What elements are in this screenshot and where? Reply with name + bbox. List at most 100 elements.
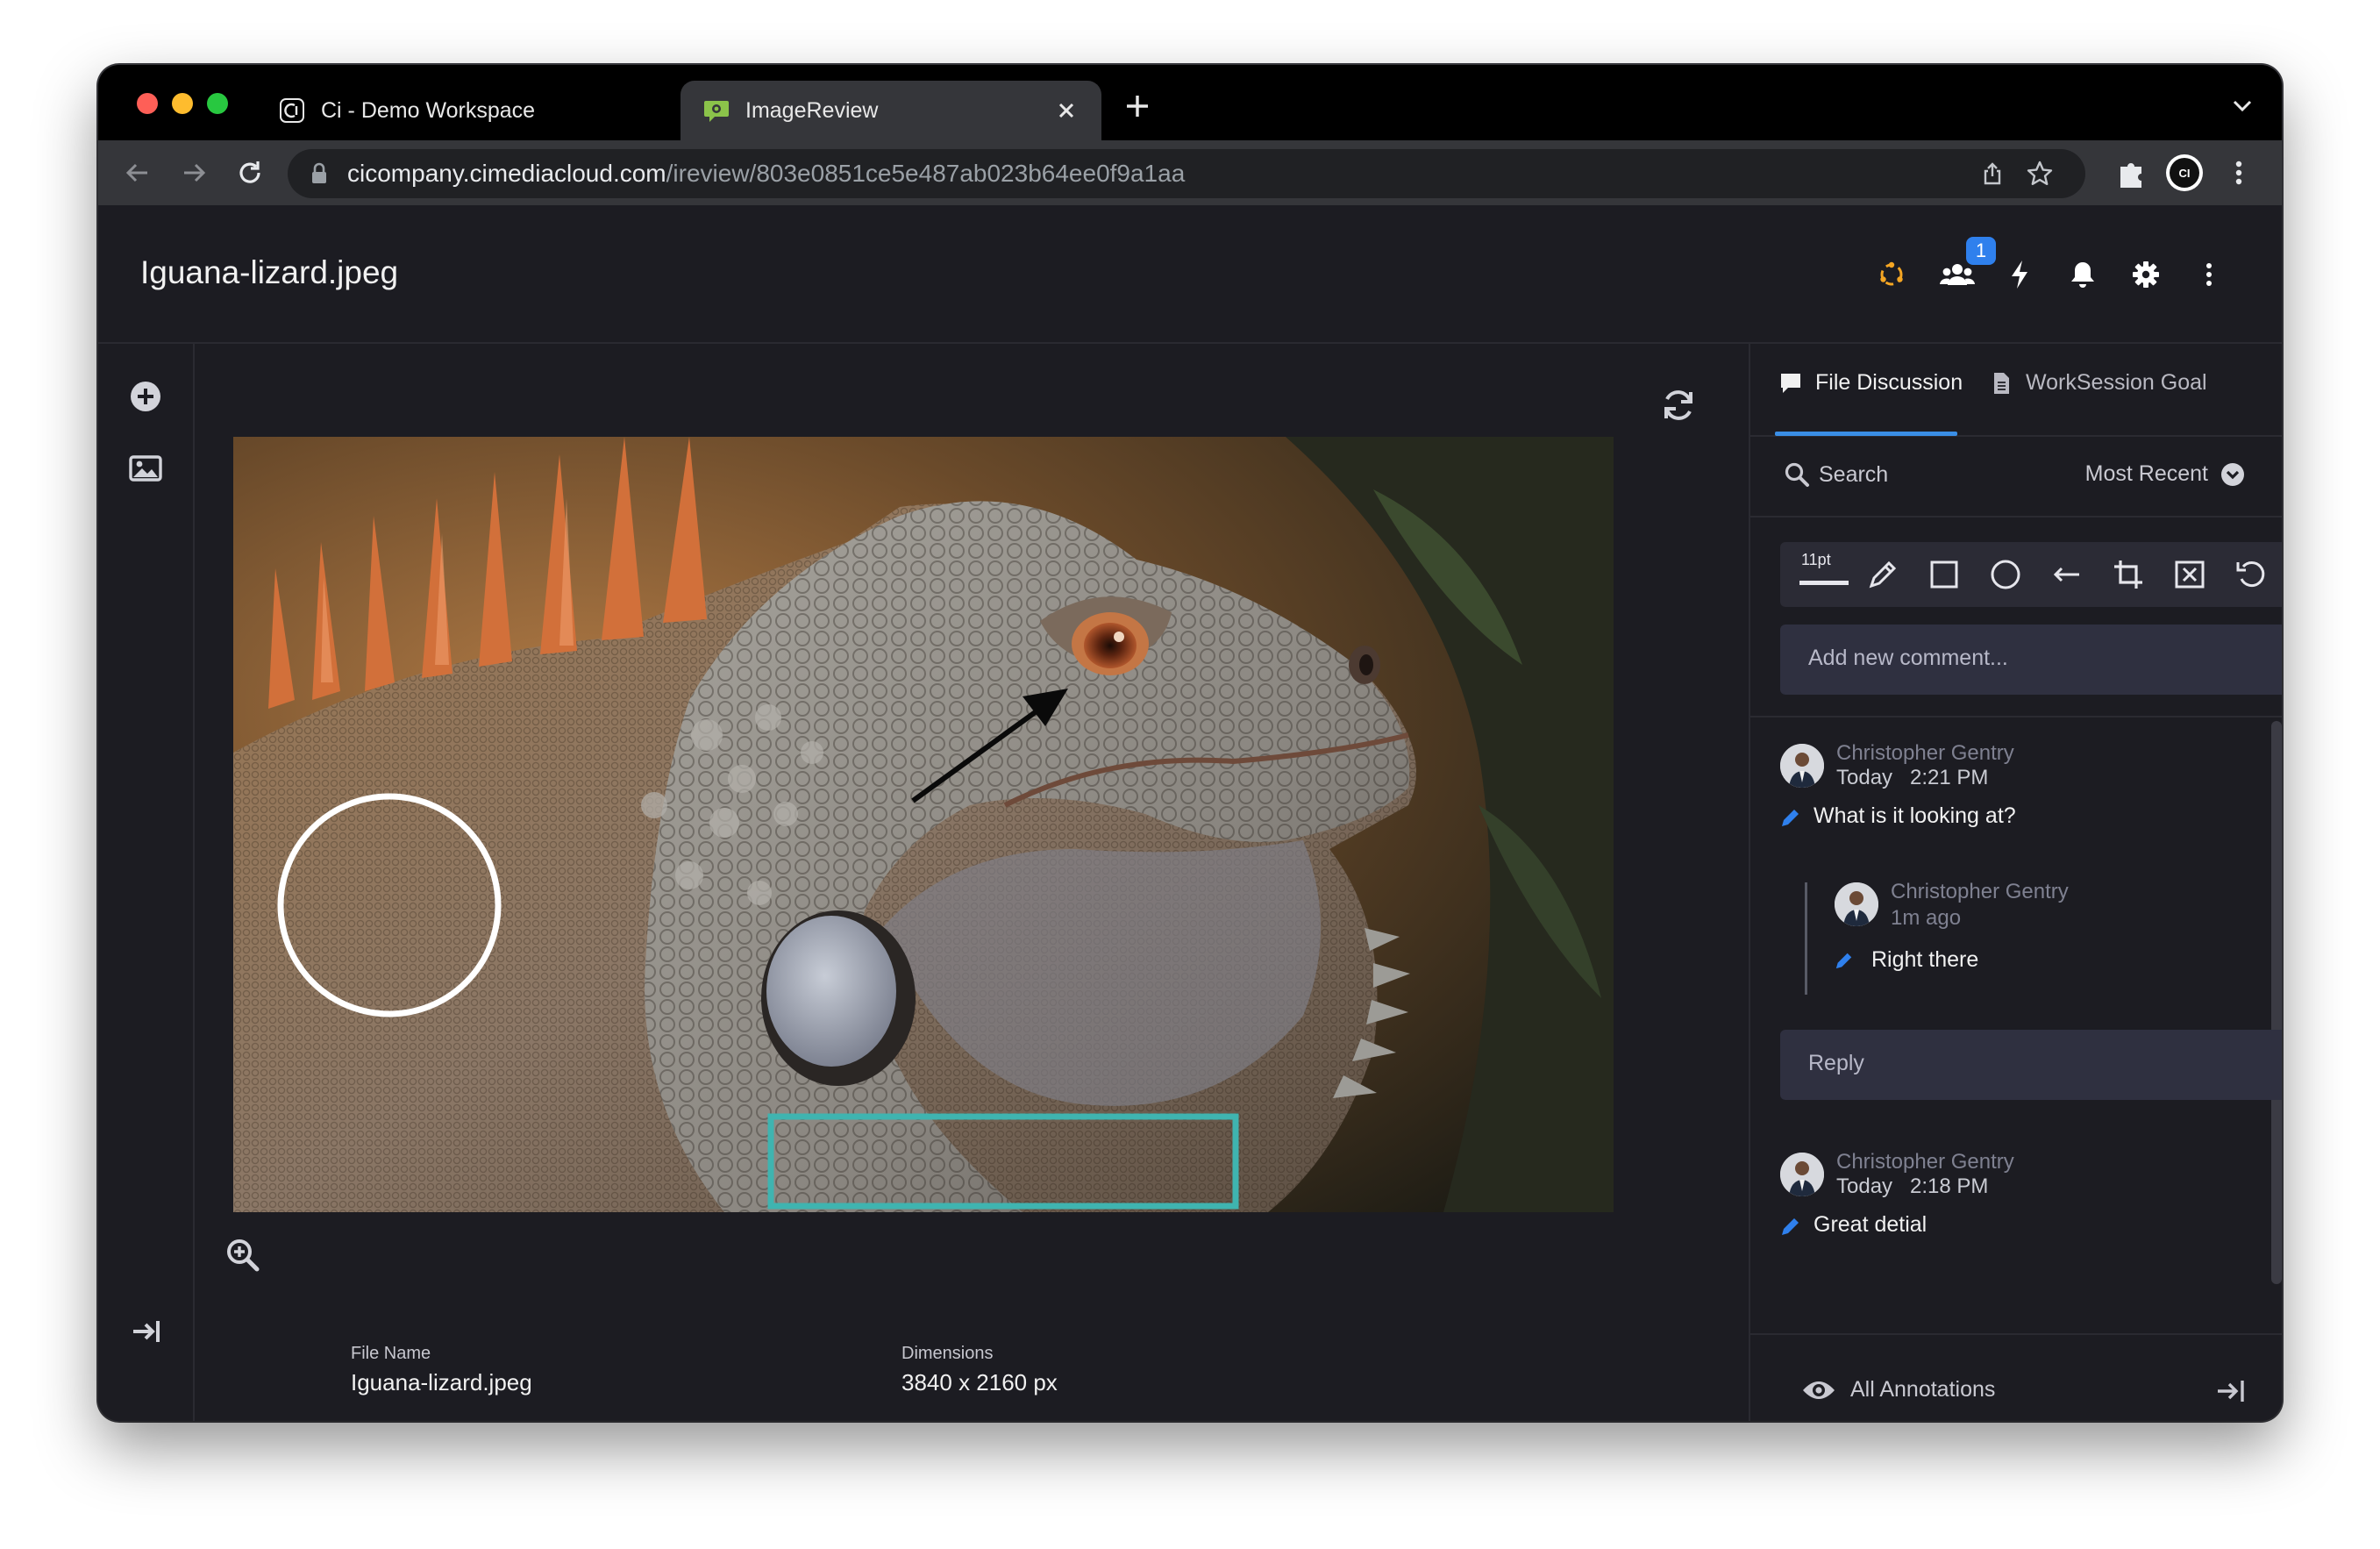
clear-annotations-icon[interactable] [2170, 554, 2210, 595]
comment-text: Great detial [1814, 1212, 1928, 1237]
arrow-tool-icon[interactable] [2047, 554, 2087, 595]
iguana-photo [233, 437, 1614, 1212]
chevron-down-circle-icon [2221, 462, 2244, 486]
dimensions-label: Dimensions [901, 1344, 994, 1363]
close-tab-icon[interactable] [1052, 96, 1080, 125]
comment-author[interactable]: Christopher Gentry [1836, 1150, 2014, 1174]
crop-tool-icon[interactable] [2108, 554, 2148, 595]
file-name-value: Iguana-lizard.jpeg [351, 1369, 532, 1396]
extensions-puzzle-icon[interactable] [2113, 154, 2150, 191]
avatar [1780, 1153, 1824, 1196]
search-icon [1785, 462, 1809, 487]
url-path: /ireview/803e0851ce5e487ab023b64ee0f9a1a… [666, 160, 1186, 187]
document-icon [1994, 372, 2009, 394]
add-comment-input[interactable]: Add new comment... [1780, 625, 2282, 695]
eye-icon [1803, 1381, 1835, 1399]
bolt-icon[interactable] [2003, 258, 2036, 291]
browser-window: Ci - Demo Workspace ImageReview cicompan… [98, 65, 2282, 1421]
tab-imagereview[interactable]: ImageReview [681, 81, 1101, 140]
rectangle-tool-icon[interactable] [1924, 554, 1964, 595]
reply-thread-line [1805, 882, 1807, 995]
annotation-pencil-icon[interactable] [1780, 807, 1801, 828]
reply-time: 1m ago [1891, 906, 1962, 930]
comment-search[interactable]: Search [1784, 461, 1888, 488]
forward-arrow-icon[interactable] [177, 156, 210, 189]
all-annotations-toggle[interactable]: All Annotations [1801, 1377, 1995, 1403]
image-review-app: Iguana-lizard.jpeg 1 File Name Iguana-li… [98, 205, 2282, 1421]
tab-file-discussion[interactable]: File Discussion [1778, 370, 1963, 396]
share-icon[interactable] [1980, 161, 2005, 186]
browser-toolbar: cicompany.cimediacloud.com/ireview/803e0… [98, 140, 2282, 205]
ci-logo-icon [279, 97, 305, 124]
browser-menu-icon[interactable] [2220, 154, 2257, 191]
iguana-image[interactable] [233, 437, 1614, 1212]
gear-icon[interactable] [2129, 258, 2163, 291]
page-title: Iguana-lizard.jpeg [140, 254, 399, 290]
lock-icon [312, 162, 326, 183]
url-text: cicompany.cimediacloud.com/ireview/803e0… [347, 160, 1185, 188]
comment-time: 2:18 PM [1910, 1174, 1989, 1198]
left-rail [98, 344, 195, 1421]
circle-tool-icon[interactable] [1985, 554, 2026, 595]
close-window-button[interactable] [137, 93, 158, 114]
annotation-pencil-icon[interactable] [1835, 951, 1854, 970]
comments-scrollbar[interactable] [2271, 721, 2282, 1284]
refresh-sync-icon[interactable] [1659, 386, 1698, 425]
tab-title: ImageReview [745, 97, 879, 123]
dimensions-meta: Dimensions 3840 x 2160 px [901, 1344, 1058, 1396]
all-annotations-label: All Annotations [1850, 1377, 1996, 1402]
sort-dropdown[interactable]: Most Recent [2085, 461, 2245, 487]
tab-worksession-goal[interactable]: WorkSession Goal [1989, 370, 2207, 396]
minimize-window-button[interactable] [172, 93, 193, 114]
avatar [1835, 882, 1878, 926]
image-viewer: File Name Iguana-lizard.jpeg Dimensions … [195, 344, 1749, 1421]
collapse-panel-icon[interactable] [2215, 1375, 2247, 1407]
image-icon[interactable] [128, 451, 163, 486]
reply-author[interactable]: Christopher Gentry [1891, 880, 2069, 904]
avatar [1780, 744, 1824, 788]
users-count-badge: 1 [1966, 237, 1996, 265]
tab-search-chevron-icon[interactable] [2231, 96, 2254, 114]
add-circle-icon[interactable] [128, 379, 163, 414]
profile-avatar[interactable]: CI [2166, 154, 2203, 191]
sort-value: Most Recent [2084, 461, 2208, 486]
maximize-window-button[interactable] [207, 93, 228, 114]
tab-strip: Ci - Demo Workspace ImageReview [98, 65, 2282, 140]
divider [1750, 716, 2282, 717]
annotation-pencil-icon[interactable] [1780, 1216, 1801, 1237]
comment-text: What is it looking at? [1814, 803, 2016, 828]
comment-search-row: Search Most Recent [1750, 439, 2282, 518]
reload-icon[interactable] [233, 156, 267, 189]
file-name-meta: File Name Iguana-lizard.jpeg [351, 1344, 532, 1396]
annotation-toolbar: 11pt [1780, 542, 2282, 607]
tab-title: Ci - Demo Workspace [321, 97, 536, 123]
reply-input[interactable]: Reply [1780, 1030, 2282, 1100]
tab-label: WorkSession Goal [2026, 370, 2207, 395]
profile-label: CI [2170, 158, 2199, 188]
panel-tabs: File Discussion WorkSession Goal [1750, 344, 2282, 437]
bookmark-star-icon[interactable] [2026, 160, 2054, 188]
dimensions-value: 3840 x 2160 px [901, 1369, 1058, 1396]
undo-icon[interactable] [2231, 554, 2271, 595]
pencil-tool-icon[interactable] [1863, 554, 1903, 595]
discussion-panel: File Discussion WorkSession Goal Search … [1749, 344, 2282, 1421]
sign-out-icon[interactable] [128, 1314, 163, 1349]
stroke-size-line [1799, 581, 1849, 585]
image-review-icon [703, 97, 730, 124]
stroke-size-label: 11pt [1801, 551, 1831, 568]
bell-icon[interactable] [2066, 258, 2099, 291]
comment-day: Today [1836, 766, 1893, 789]
zoom-in-icon[interactable] [224, 1237, 261, 1274]
panel-footer: All Annotations [1750, 1333, 2282, 1421]
back-arrow-icon[interactable] [121, 156, 154, 189]
more-vertical-icon[interactable] [2192, 258, 2226, 291]
search-label: Search [1819, 461, 1889, 487]
app-header: Iguana-lizard.jpeg 1 [98, 205, 2282, 344]
new-tab-icon[interactable] [1124, 93, 1151, 119]
address-bar[interactable]: cicompany.cimediacloud.com/ireview/803e0… [288, 149, 2085, 198]
reply-text: Right there [1871, 947, 1979, 972]
share-orbit-icon[interactable] [1875, 258, 1908, 291]
speech-bubble-icon [1781, 373, 1800, 393]
comment-author[interactable]: Christopher Gentry [1836, 741, 2014, 766]
active-tab-indicator [1775, 432, 1957, 436]
